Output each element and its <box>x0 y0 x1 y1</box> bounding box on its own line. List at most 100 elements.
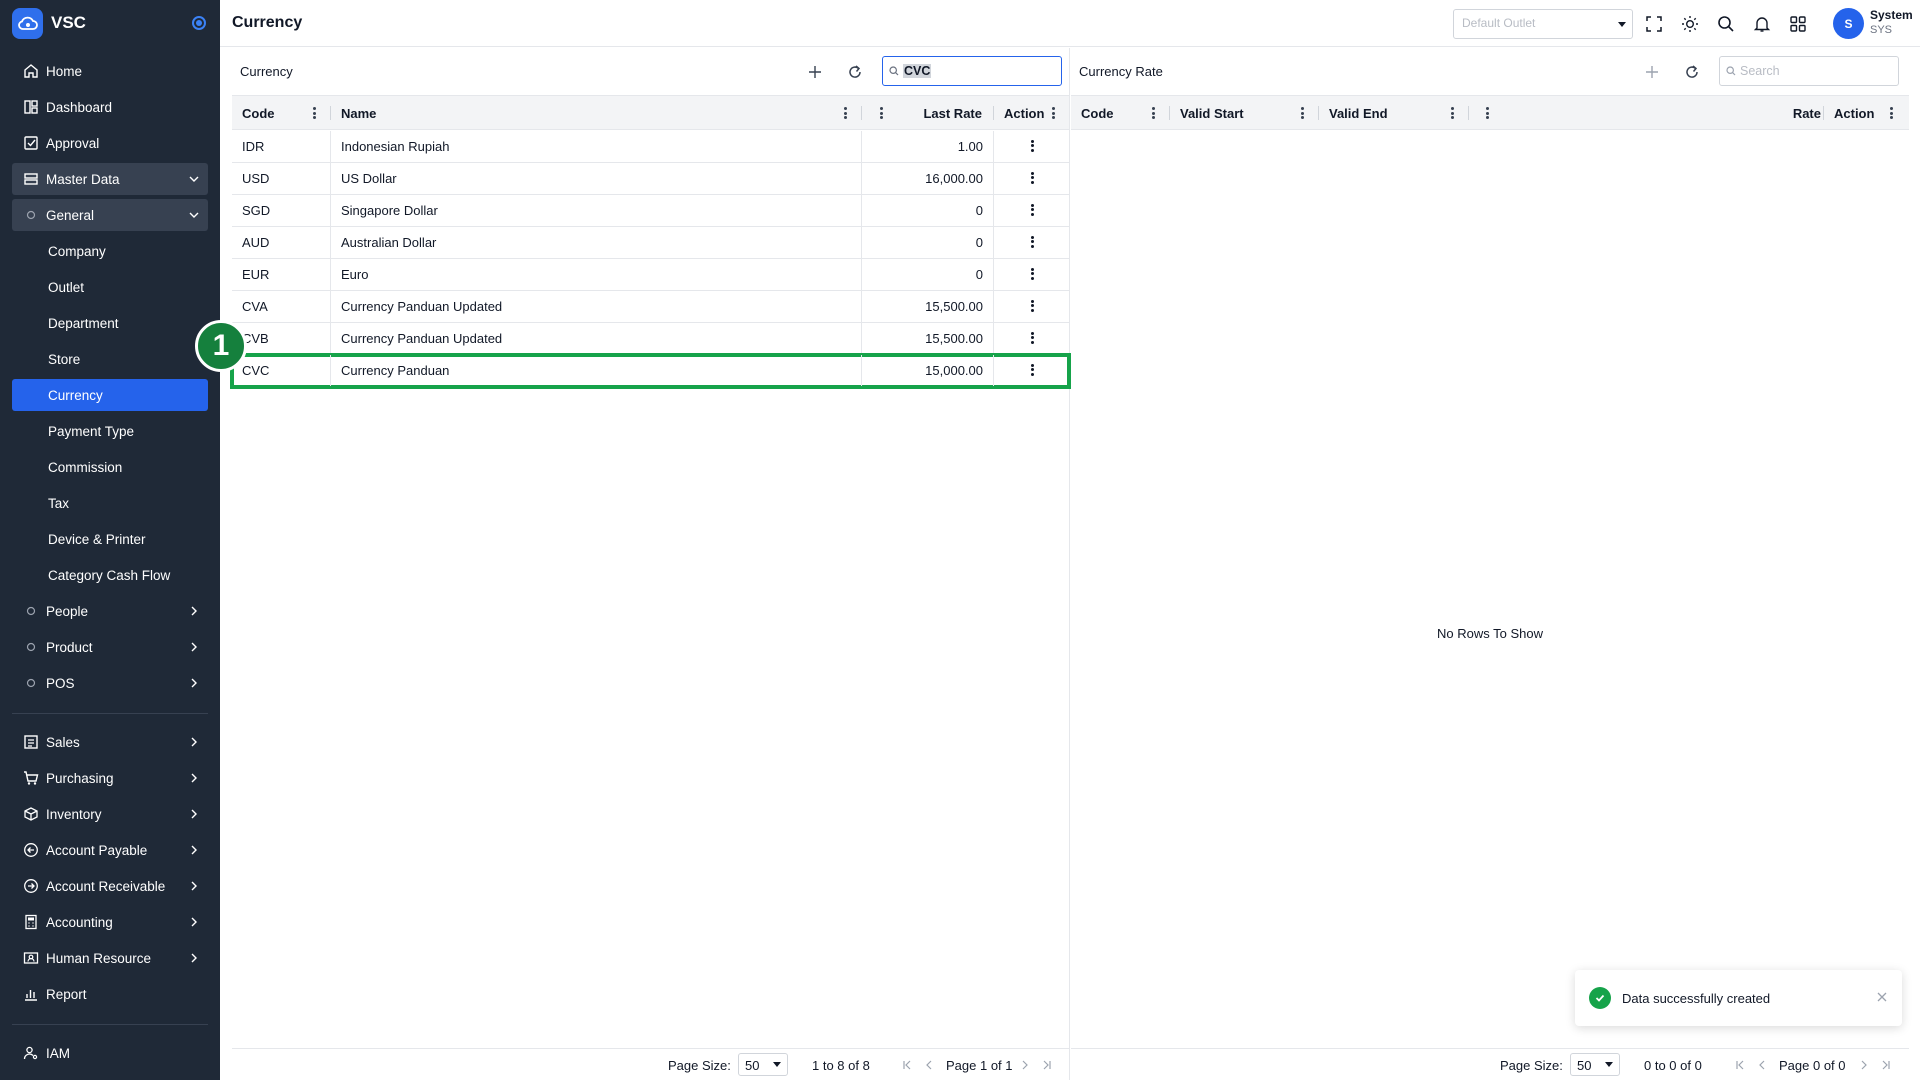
column-menu-icon[interactable] <box>1152 107 1155 119</box>
sidebar-item-commission[interactable]: Commission <box>12 451 208 483</box>
first-page-icon[interactable] <box>900 1058 914 1072</box>
brand[interactable]: VSC <box>12 7 208 39</box>
sidebar-item-account-receivable[interactable]: Account Receivable <box>12 870 208 902</box>
row-actions-button[interactable] <box>994 227 1070 258</box>
table-row[interactable]: IDR Indonesian Rupiah 1.00 <box>232 131 1069 163</box>
avatar[interactable]: S <box>1833 8 1864 39</box>
row-actions-button[interactable] <box>994 323 1070 354</box>
sidebar-item-tax[interactable]: Tax <box>12 487 208 519</box>
sidebar-item-home[interactable]: Home <box>12 55 208 87</box>
sidebar-item-account-payable[interactable]: Account Payable <box>12 834 208 866</box>
column-menu-icon[interactable] <box>1301 107 1304 119</box>
column-menu-icon[interactable] <box>844 107 847 119</box>
next-page-icon[interactable] <box>1857 1058 1871 1072</box>
last-page-icon[interactable] <box>1879 1058 1893 1072</box>
column-label: Action <box>1004 105 1045 121</box>
sidebar-item-department[interactable]: Department <box>12 307 208 339</box>
currency-rate-search-input[interactable] <box>1719 56 1899 86</box>
sidebar-item-general[interactable]: General <box>12 199 208 231</box>
sidebar-item-product[interactable]: Product <box>12 631 208 663</box>
sidebar-item-label: Product <box>46 639 93 655</box>
bell-icon[interactable] <box>1751 13 1773 35</box>
column-header-code[interactable]: Code <box>232 96 331 130</box>
sidebar-item-inventory[interactable]: Inventory <box>12 798 208 830</box>
page-size-select[interactable]: 50 <box>738 1053 788 1076</box>
table-row[interactable]: AUD Australian Dollar 0 <box>232 227 1069 259</box>
row-actions-button[interactable] <box>994 259 1070 290</box>
first-page-icon[interactable] <box>1733 1058 1747 1072</box>
column-menu-icon[interactable] <box>1890 107 1893 119</box>
fullscreen-icon[interactable] <box>1643 13 1665 35</box>
column-header-valid-end[interactable]: Valid End <box>1319 96 1439 130</box>
document-list-icon <box>12 734 46 750</box>
column-menu-icon[interactable] <box>1052 107 1055 119</box>
add-icon[interactable] <box>1641 61 1663 83</box>
next-page-icon[interactable] <box>1018 1058 1032 1072</box>
table-row[interactable]: EUR Euro 0 <box>232 259 1069 291</box>
sidebar-item-company[interactable]: Company <box>12 235 208 267</box>
refresh-icon[interactable] <box>844 61 866 83</box>
sidebar-item-dashboard[interactable]: Dashboard <box>12 91 208 123</box>
table-row[interactable]: CVA Currency Panduan Updated 15,500.00 <box>232 291 1069 323</box>
sidebar-item-label: Master Data <box>46 171 120 187</box>
column-header-rate[interactable]: Rate <box>1491 96 1831 130</box>
currency-search-input[interactable]: CVC <box>882 56 1062 86</box>
table-row[interactable]: SGD Singapore Dollar 0 <box>232 195 1069 227</box>
sidebar-item-payment-type[interactable]: Payment Type <box>12 415 208 447</box>
sidebar-item-pos[interactable]: POS <box>12 667 208 699</box>
sidebar-item-device-printer[interactable]: Device & Printer <box>12 523 208 555</box>
row-actions-button[interactable] <box>994 291 1070 322</box>
table-row[interactable]: CVB Currency Panduan Updated 15,500.00 <box>232 323 1069 355</box>
cell-name: Australian Dollar <box>331 227 862 258</box>
more-vertical-icon <box>1030 171 1034 186</box>
sidebar-item-store[interactable]: Store <box>12 343 208 375</box>
sidebar-item-accounting[interactable]: Accounting <box>12 906 208 938</box>
outlet-select[interactable]: Default Outlet <box>1453 9 1633 39</box>
refresh-icon[interactable] <box>1681 61 1703 83</box>
caret-down-icon <box>773 1062 781 1067</box>
sun-icon[interactable] <box>1679 13 1701 35</box>
sidebar-item-people[interactable]: People <box>12 595 208 627</box>
column-menu-icon[interactable] <box>1451 107 1454 119</box>
sidebar-item-currency[interactable]: Currency <box>12 379 208 411</box>
apps-grid-icon[interactable] <box>1787 13 1809 35</box>
sidebar-item-human-resource[interactable]: Human Resource <box>12 942 208 974</box>
sidebar-item-report[interactable]: Report <box>12 978 208 1010</box>
sidebar-item-outlet[interactable]: Outlet <box>12 271 208 303</box>
column-header-valid-start[interactable]: Valid Start <box>1170 96 1290 130</box>
prev-page-icon[interactable] <box>1755 1058 1769 1072</box>
column-menu-icon[interactable] <box>1486 107 1489 119</box>
dashboard-icon <box>12 99 46 115</box>
column-header-last-rate[interactable]: Last Rate <box>862 96 992 130</box>
column-header-action[interactable]: Action <box>1824 96 1909 130</box>
search-field[interactable] <box>1740 64 1880 78</box>
table-row[interactable]: USD US Dollar 16,000.00 <box>232 163 1069 195</box>
column-header-name[interactable]: Name <box>331 96 761 130</box>
sidebar-item-label: Department <box>48 315 119 331</box>
row-actions-button[interactable] <box>994 355 1070 386</box>
sidebar-item-iam[interactable]: IAM <box>12 1037 208 1069</box>
row-actions-button[interactable] <box>994 195 1070 226</box>
row-actions-button[interactable] <box>994 163 1070 194</box>
sidebar-toggle-icon[interactable] <box>192 16 206 30</box>
search-icon[interactable] <box>1715 13 1737 35</box>
sidebar-item-purchasing[interactable]: Purchasing <box>12 762 208 794</box>
column-header-code[interactable]: Code <box>1071 96 1151 130</box>
checkbox-icon <box>12 135 46 151</box>
column-menu-icon[interactable] <box>313 107 316 119</box>
table-row-highlighted[interactable]: CVC Currency Panduan 15,000.00 <box>230 353 1071 389</box>
column-resize-handle[interactable] <box>1468 106 1469 120</box>
row-actions-button[interactable] <box>994 131 1070 162</box>
pagination-bar: Page Size: 50 1 to 8 of 8 Page 1 of 1 <box>232 1048 1069 1080</box>
close-icon[interactable] <box>1876 991 1888 1003</box>
page-size-select[interactable]: 50 <box>1570 1053 1620 1076</box>
last-page-icon[interactable] <box>1040 1058 1054 1072</box>
cell-code: CVA <box>232 291 331 322</box>
sidebar-item-approval[interactable]: Approval <box>12 127 208 159</box>
sidebar-item-master-data[interactable]: Master Data <box>12 163 208 195</box>
sidebar-item-category-cash-flow[interactable]: Category Cash Flow <box>12 559 208 591</box>
column-header-action[interactable]: Action <box>994 96 1070 130</box>
prev-page-icon[interactable] <box>922 1058 936 1072</box>
sidebar-item-sales[interactable]: Sales <box>12 726 208 758</box>
add-icon[interactable] <box>804 61 826 83</box>
